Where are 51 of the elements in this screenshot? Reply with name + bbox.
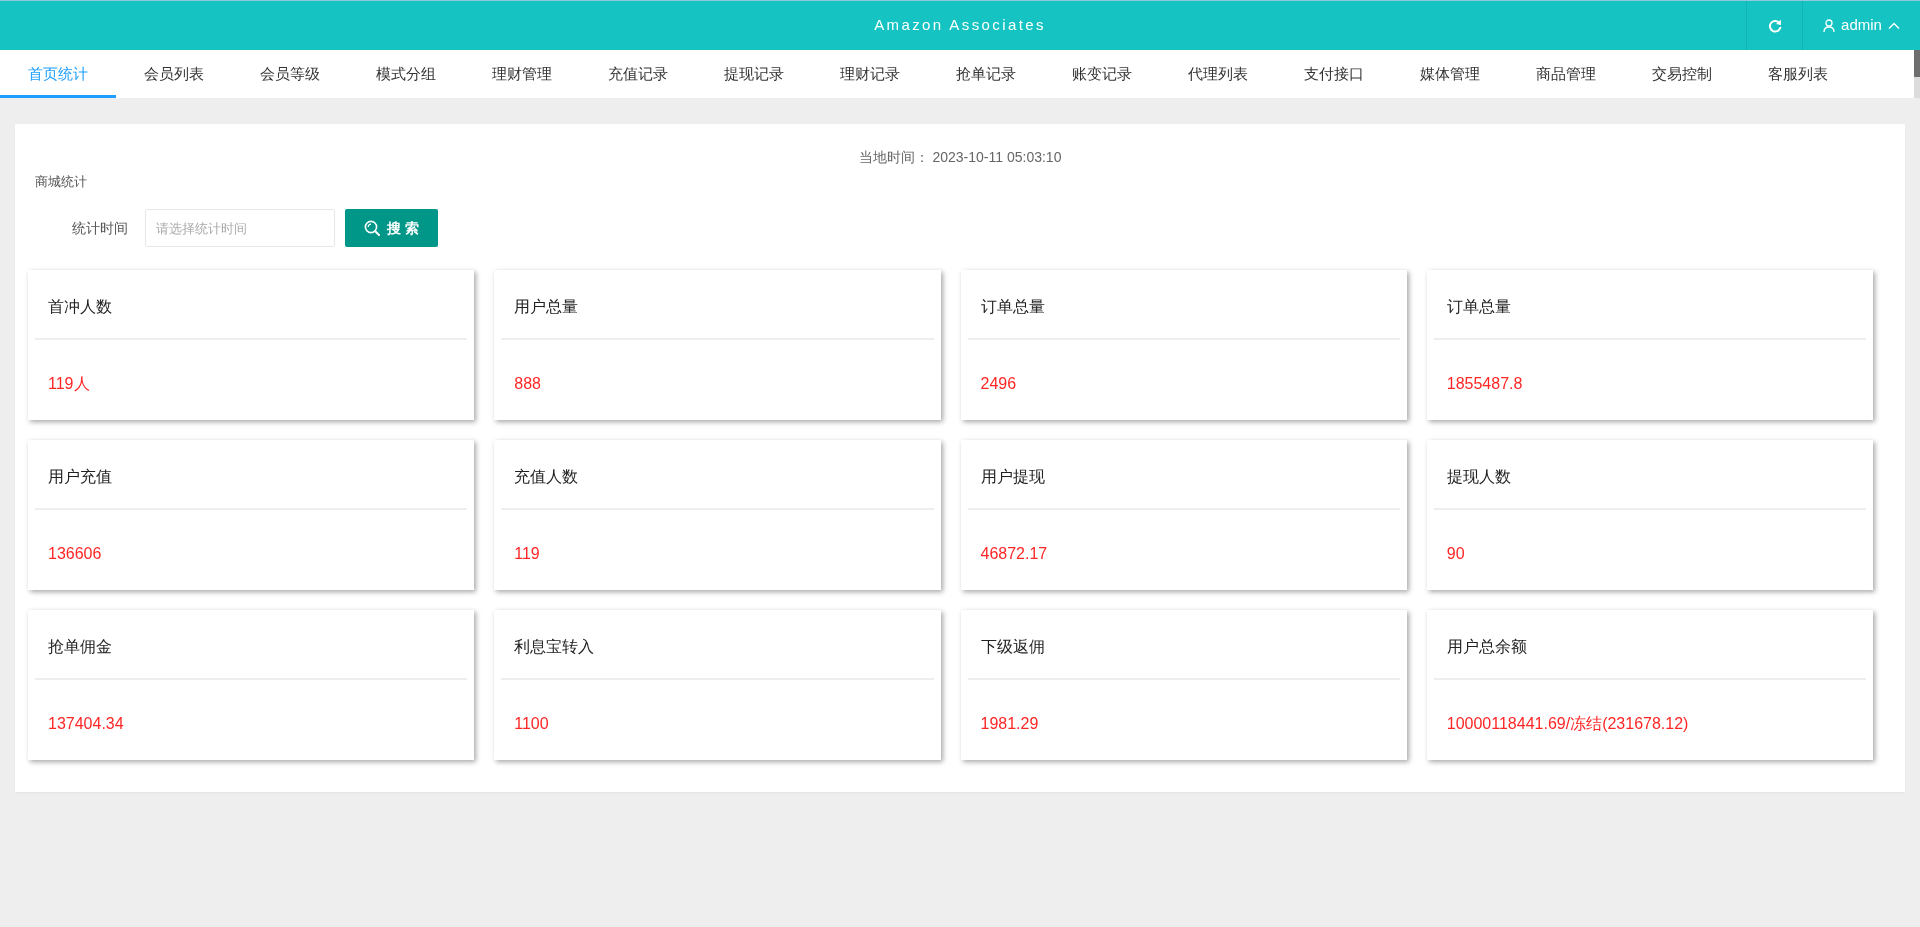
nav-tab[interactable]: 交易控制 — [1624, 50, 1740, 98]
stat-title: 抢单佣金 — [47, 637, 113, 657]
stat-value: 1100 — [513, 714, 550, 734]
nav-tab[interactable]: 账变记录 — [1044, 50, 1160, 98]
stat-value: 2496 — [979, 374, 1018, 394]
nav-tab[interactable]: 模式分组 — [348, 50, 464, 98]
nav-tab[interactable]: 理财管理 — [464, 50, 580, 98]
stat-value: 136606 — [47, 544, 103, 564]
stat-value: 10000118441.69/冻结(231678.12) — [1445, 714, 1690, 734]
date-input[interactable]: 请选择统计时间 — [145, 209, 335, 247]
nav-tab[interactable]: 代理列表 — [1160, 50, 1276, 98]
stat-title: 订单总量 — [979, 297, 1046, 317]
app-title: Amazon Associates — [874, 15, 1046, 36]
nav-tab[interactable]: 抢单记录 — [928, 50, 1044, 98]
stat-title: 充值人数 — [513, 467, 580, 487]
stat-title: 订单总量 — [1445, 297, 1512, 317]
nav-tab[interactable]: 媒体管理 — [1392, 50, 1508, 98]
stat-title: 用户提现 — [979, 467, 1046, 487]
stat-title: 利息宝转入 — [513, 637, 596, 657]
nav-tab[interactable]: 充值记录 — [580, 50, 696, 98]
filter-label: 统计时间 — [71, 218, 129, 238]
search-button[interactable]: 搜 索 — [345, 209, 438, 247]
stat-value: 1981.29 — [979, 714, 1040, 734]
nav-tab[interactable]: 会员列表 — [116, 50, 232, 98]
stat-title: 下级返佣 — [979, 637, 1046, 657]
local-time-text: 当地时间： 2023-10-11 05:03:10 — [857, 148, 1063, 167]
stat-title: 用户总量 — [513, 297, 580, 317]
stat-value: 119人 — [47, 374, 91, 394]
stat-title: 用户充值 — [47, 467, 113, 487]
stat-value: 888 — [513, 374, 542, 394]
scrollbar-track[interactable] — [1914, 50, 1920, 98]
stat-value: 119 — [513, 544, 541, 564]
nav-tab[interactable]: 客服列表 — [1740, 50, 1856, 98]
refresh-icon — [1767, 18, 1782, 33]
stat-title: 首冲人数 — [47, 297, 113, 317]
section-title: 商城统计 — [35, 173, 88, 191]
stat-value: 46872.17 — [979, 544, 1049, 564]
nav-tab[interactable]: 会员等级 — [232, 50, 348, 98]
stat-value: 90 — [1445, 544, 1466, 564]
scrollbar-thumb[interactable] — [1914, 50, 1920, 77]
search-icon — [364, 220, 381, 236]
chevron-up-icon — [1887, 21, 1900, 30]
user-icon — [1823, 18, 1836, 33]
nav-tab[interactable]: 提现记录 — [696, 50, 812, 98]
nav-tab[interactable]: 支付接口 — [1276, 50, 1392, 98]
nav-tab[interactable]: 理财记录 — [812, 50, 928, 98]
stat-title: 提现人数 — [1445, 467, 1512, 487]
stat-value: 1855487.8 — [1445, 374, 1524, 394]
nav-tab[interactable]: 商品管理 — [1508, 50, 1624, 98]
stat-value: 137404.34 — [47, 714, 125, 734]
stat-title: 用户总余额 — [1445, 637, 1528, 657]
